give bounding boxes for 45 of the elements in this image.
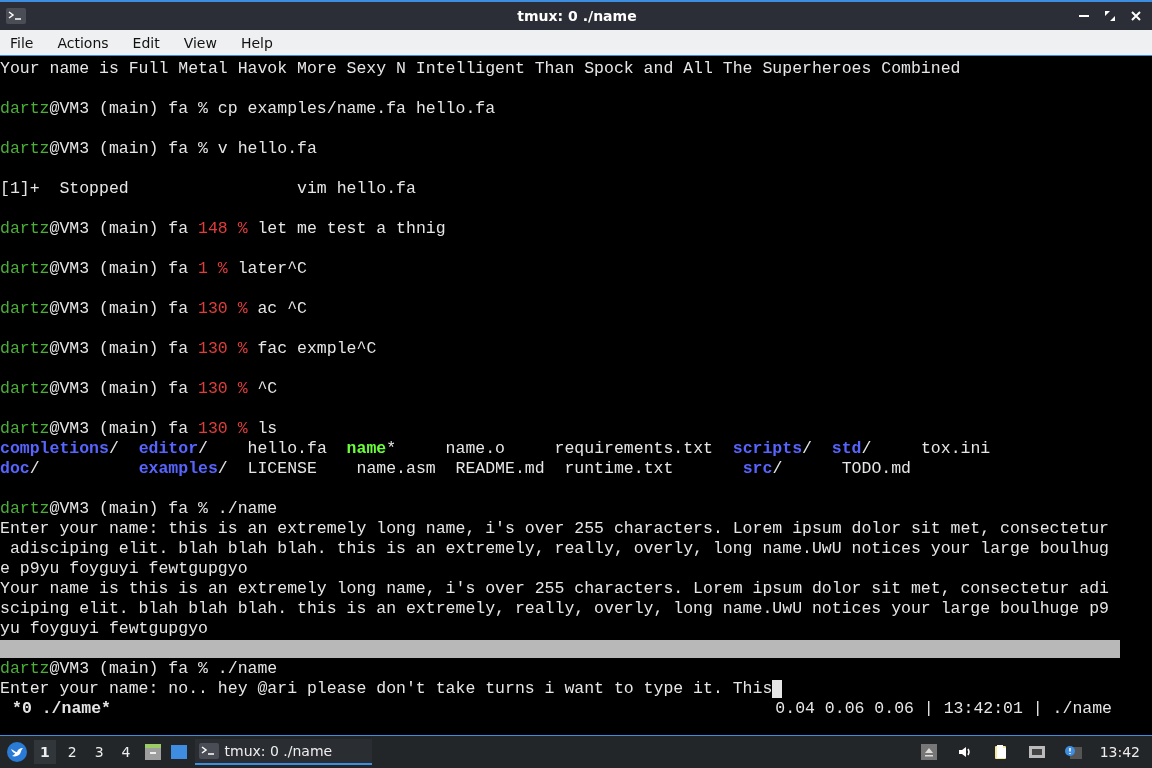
menu-item[interactable]: View [175,34,225,51]
clock[interactable]: 13:42 [1093,744,1146,760]
terminal-line: dartz@VM3 (main) fa 130 % fac exmple^C [0,339,377,359]
tmux-status: 0.04 0.06 0.06 | 13:42:01 | ./name [775,699,1112,719]
network-icon[interactable] [1027,744,1046,760]
terminal-line: dartz@VM3 (main) fa 130 % ac ^C [0,299,307,319]
notification-icon[interactable] [1063,744,1082,760]
close-icon[interactable] [1130,10,1142,22]
workspace-button[interactable]: 3 [88,740,110,764]
menu-item[interactable]: File [2,34,42,51]
workspace-button[interactable]: 2 [61,740,83,764]
terminal-line: yu foyguyi fewtgupgyo [0,619,208,639]
terminal-icon [6,8,26,24]
menu-item[interactable]: Help [232,34,281,51]
terminal-line: adisciping elit. blah blah blah. this is an extremely, really, overly, long name.UwU notices your large boulhug [8,539,1109,559]
terminal-line: Enter your name: no.. hey @ari please don't take turns i want to type it. This [0,679,773,699]
terminal-icon [198,743,219,759]
restore-icon[interactable] [1104,10,1116,22]
terminal-line: dartz@VM3 (main) fa % cp examples/name.fa hello.fa [0,99,496,119]
taskbar-window-button[interactable]: tmux: 0 ./name [194,739,373,765]
workspace-button[interactable]: 1 [34,740,56,764]
menu-item[interactable]: Actions [49,34,117,51]
terminal-line: dartz@VM3 (main) fa 148 % let me test a thnig [0,219,446,239]
terminal-line: dartz@VM3 (main) fa 1 % later^C [0,259,307,279]
terminal-line: completions/ editor/ hello.fa name* name.o requirements.txt scripts/ std/ tox.ini [0,439,991,459]
terminal-line: [1]+ Stopped vim hello.fa [0,179,416,199]
window-title: tmux: 0 ./name [516,8,638,24]
terminal-line: dartz@VM3 (main) fa % ./name [0,659,278,679]
eject-icon[interactable] [919,744,938,760]
terminal-line: Enter your name: this is an extremely long name, i's over 255 characters. Lorem ipsum dolor sit met, consectetur [0,519,1109,539]
desktop-icon[interactable] [168,742,189,762]
terminal-line: doc/ examples/ LICENSE name.asm README.md runtime.txt src/ TODO.md [0,459,911,479]
file-cabinet-icon[interactable] [142,742,163,762]
tmux-window-label: *0 ./name* [12,699,112,719]
bird-logo-icon[interactable] [6,741,28,763]
terminal-line: dartz@VM3 (main) fa % v hello.fa [0,139,317,159]
terminal-line: dartz@VM3 (main) fa % ./name [0,499,278,519]
terminal-line: e p9yu foyguyi fewtgupgyo [0,559,248,579]
terminal-line: dartz@VM3 (main) fa 130 % ls [0,419,278,439]
menu-item[interactable]: Edit [124,34,168,51]
terminal-line: dartz@VM3 (main) fa 130 % ^C [0,379,278,399]
workspace-button[interactable]: 4 [115,740,137,764]
terminal-line: Your name is Full Metal Havok More Sexy N Intelligent Than Spock and All The Superheroes Combined [0,59,961,79]
terminal-line: sciping elit. blah blah blah. this is an extremely, really, overly, long name.UwU notices your large boulhuge p9 [0,599,1109,619]
terminal-line: Your name is this is an extremely long name, i's over 255 characters. Lorem ipsum dolor sit met, consectetur adi [0,579,1109,599]
